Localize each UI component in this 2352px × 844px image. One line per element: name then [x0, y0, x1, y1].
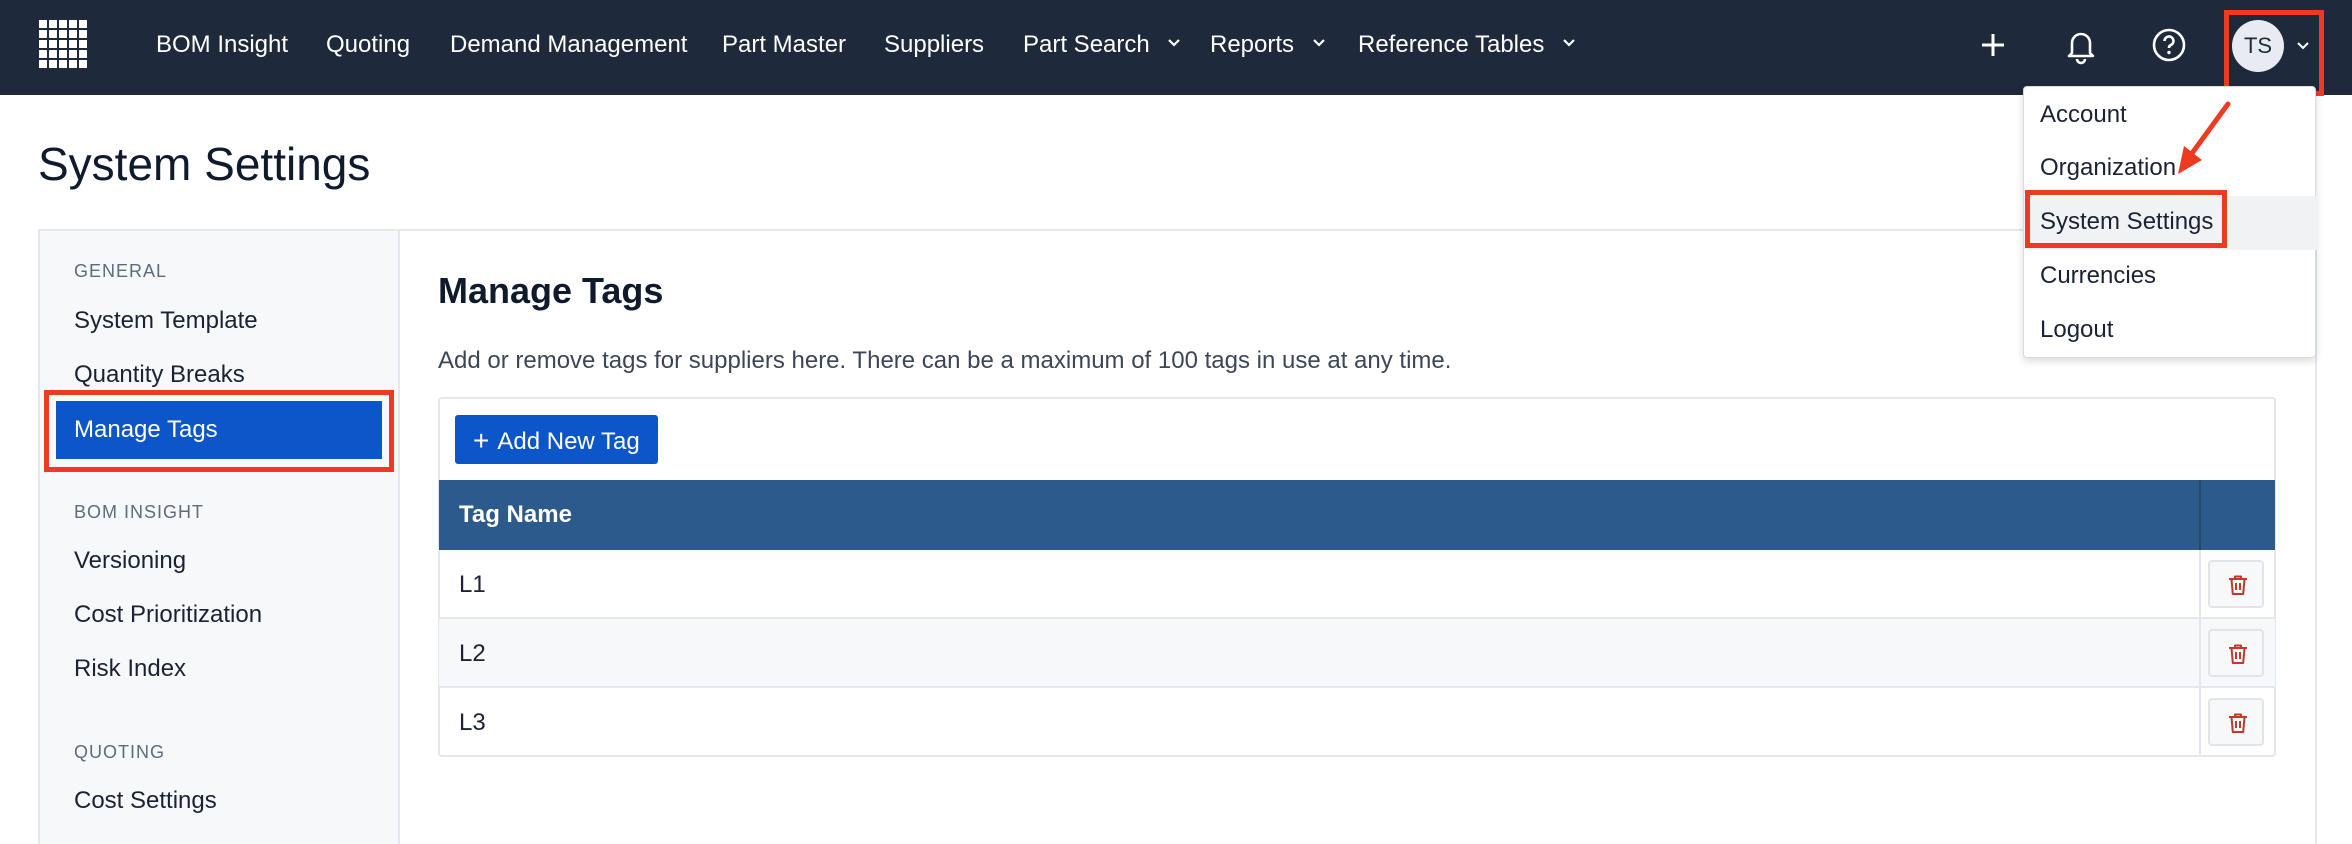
- chevron-down-icon: [1563, 38, 1575, 47]
- trash-icon: [2229, 644, 2247, 664]
- column-divider: [2199, 688, 2201, 757]
- table-row: L3: [439, 688, 2275, 757]
- menu-item-account[interactable]: Account: [2040, 101, 2127, 129]
- column-header-tag-name[interactable]: Tag Name: [459, 480, 572, 550]
- nav-label: Part Master: [722, 31, 847, 58]
- delete-tag-button[interactable]: [2208, 560, 2264, 608]
- plus-icon[interactable]: [1970, 22, 2016, 68]
- column-divider: [2199, 480, 2201, 550]
- nav-demand-management[interactable]: Demand Management: [450, 0, 687, 95]
- settings-sidebar: GENERAL System Template Quantity Breaks …: [40, 231, 400, 844]
- tag-name-cell: L1: [459, 571, 486, 598]
- help-icon[interactable]: [2146, 22, 2192, 68]
- nav-bom-insight[interactable]: BOM Insight: [156, 0, 288, 95]
- nav-part-search[interactable]: Part Search: [1023, 0, 1182, 95]
- user-avatar[interactable]: TS: [2232, 20, 2284, 72]
- plus-icon: +: [473, 425, 490, 456]
- nav-label: Demand Management: [450, 31, 688, 58]
- nav-label: Reference Tables: [1358, 31, 1545, 58]
- menu-item-logout[interactable]: Logout: [2040, 316, 2113, 344]
- chevron-down-icon: [1168, 38, 1181, 47]
- tag-name-cell: L3: [459, 709, 486, 736]
- menu-item-organization[interactable]: Organization: [2040, 154, 2176, 182]
- delete-tag-button[interactable]: [2208, 629, 2264, 677]
- chevron-down-icon: [1312, 38, 1325, 47]
- sidebar-section-quoting: QUOTING: [74, 742, 165, 762]
- sidebar-item-system-template[interactable]: System Template: [74, 307, 258, 335]
- sidebar-item-cost-prioritization[interactable]: Cost Prioritization: [74, 601, 262, 629]
- table-row: L1: [439, 550, 2275, 619]
- section-description: Add or remove tags for suppliers here. T…: [438, 347, 1452, 374]
- nav-quoting[interactable]: Quoting: [326, 0, 410, 95]
- chevron-down-icon[interactable]: [2295, 38, 2311, 54]
- nav-suppliers[interactable]: Suppliers: [884, 0, 984, 95]
- nav-label: Suppliers: [884, 31, 985, 58]
- nav-part-master[interactable]: Part Master: [722, 0, 846, 95]
- nav-reports[interactable]: Reports: [1210, 0, 1327, 95]
- nav-label: Quoting: [326, 31, 411, 58]
- add-new-tag-button[interactable]: + Add New Tag: [455, 415, 658, 464]
- page-title: System Settings: [38, 138, 371, 190]
- bell-icon[interactable]: [2058, 22, 2104, 68]
- top-navigation-bar: BOM Insight Quoting Demand Management Pa…: [0, 0, 2352, 95]
- sidebar-item-risk-index[interactable]: Risk Index: [74, 655, 186, 683]
- app-logo-icon[interactable]: [37, 18, 91, 72]
- table-row: L2: [439, 619, 2275, 688]
- nav-label: Part Search: [1023, 31, 1150, 58]
- tag-name-cell: L2: [459, 640, 486, 667]
- annotation-arrow-icon: [2178, 101, 2231, 174]
- add-new-tag-label: Add New Tag: [497, 428, 640, 455]
- column-divider: [2199, 619, 2201, 688]
- sidebar-item-versioning[interactable]: Versioning: [74, 547, 186, 575]
- trash-icon: [2229, 713, 2247, 733]
- nav-label: Reports: [1210, 31, 1295, 58]
- menu-item-highlight-outline: [2025, 190, 2227, 248]
- sidebar-item-quantity-breaks[interactable]: Quantity Breaks: [74, 361, 245, 389]
- sidebar-item-manage-tags[interactable]: Manage Tags: [56, 401, 382, 459]
- trash-icon: [2229, 575, 2247, 595]
- section-title: Manage Tags: [438, 270, 664, 311]
- table-header: Tag Name: [439, 480, 2275, 550]
- nav-reference-tables[interactable]: Reference Tables: [1358, 0, 1577, 95]
- nav-label: BOM Insight: [156, 31, 289, 58]
- menu-item-currencies[interactable]: Currencies: [2040, 262, 2156, 290]
- sidebar-section-bom-insight: BOM INSIGHT: [74, 502, 205, 522]
- sidebar-item-cost-settings[interactable]: Cost Settings: [74, 787, 217, 815]
- delete-tag-button[interactable]: [2208, 698, 2264, 746]
- column-divider: [2199, 550, 2201, 619]
- sidebar-section-general: GENERAL: [74, 261, 168, 281]
